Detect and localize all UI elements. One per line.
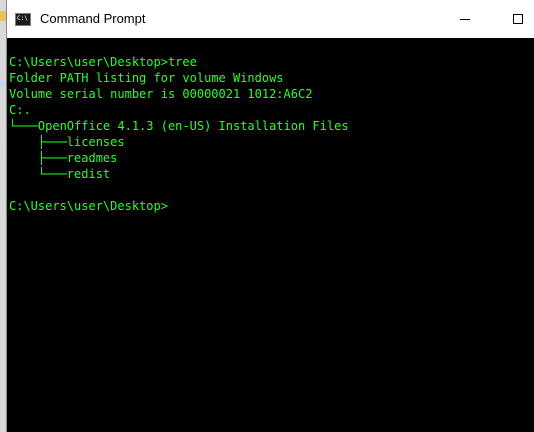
title-bar[interactable]: C:\ Command Prompt	[7, 0, 534, 38]
cmd-icon-text: C:\	[17, 15, 28, 22]
console-line-openoffice-folder: └───OpenOffice 4.1.3 (en-US) Installatio…	[9, 119, 349, 133]
cmd-icon: C:\	[15, 13, 31, 26]
maximize-button[interactable]	[504, 8, 532, 32]
console-line-prompt: C:\Users\user\Desktop>	[9, 199, 168, 213]
window-title: Command Prompt	[40, 11, 146, 26]
console-line-root: C:.	[9, 103, 31, 117]
console-line-folder-listing: Folder PATH listing for volume Windows	[9, 71, 284, 85]
minimize-button[interactable]	[452, 8, 480, 32]
console-line-volume-serial: Volume serial number is 00000021 1012:A6…	[9, 87, 313, 101]
console-line-licenses: ├───licenses	[9, 135, 125, 149]
command-prompt-window: C:\ Command Prompt C:\Users\user\Desktop…	[6, 0, 534, 432]
console-line-readmes: ├───readmes	[9, 151, 118, 165]
console-line-prompt-command: C:\Users\user\Desktop>tree	[9, 55, 197, 69]
console-line-redist: └───redist	[9, 167, 111, 181]
console-output[interactable]: C:\Users\user\Desktop>tree Folder PATH l…	[7, 38, 534, 432]
